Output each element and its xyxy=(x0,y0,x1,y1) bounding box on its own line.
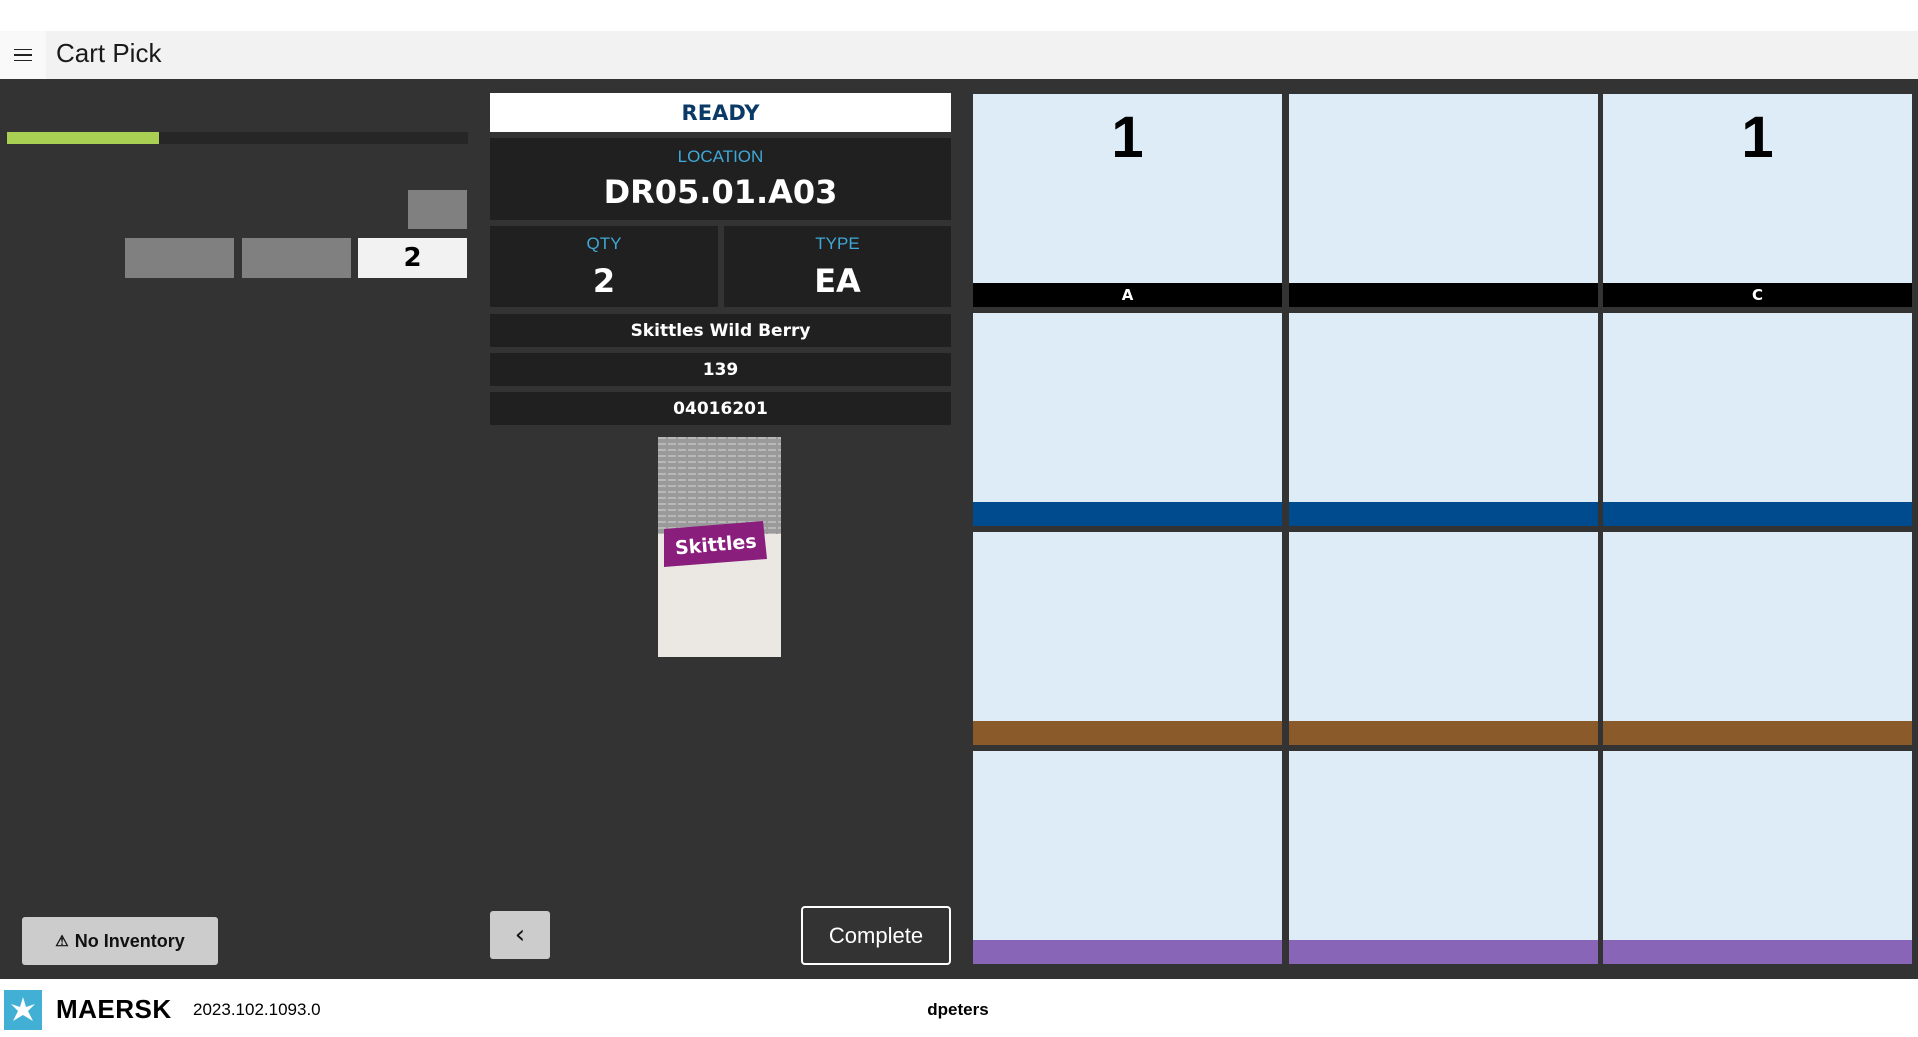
progress-bar xyxy=(7,132,468,144)
cart-slot[interactable] xyxy=(1603,313,1912,526)
slot-count: 1 xyxy=(1111,105,1144,170)
slot-label xyxy=(1289,283,1598,307)
status-banner: READY xyxy=(490,93,951,132)
item-description: Skittles Wild Berry xyxy=(490,314,951,347)
slot-label xyxy=(1289,721,1598,745)
location-value: DR05.01.A03 xyxy=(603,173,838,211)
slot-count: 1 xyxy=(1741,105,1774,170)
window-top-bar xyxy=(0,0,1918,31)
item-number: 139 xyxy=(490,353,951,386)
warning-icon: ⚠ xyxy=(55,933,69,950)
slot-label xyxy=(1289,502,1598,526)
app-version: 2023.102.1093.0 xyxy=(193,1000,321,1019)
count-box: 2 xyxy=(358,238,467,278)
cart-slot[interactable] xyxy=(1603,751,1912,964)
slot-label: C xyxy=(1603,283,1912,307)
hamburger-icon[interactable] xyxy=(0,31,46,79)
back-button[interactable]: ‹ xyxy=(490,911,550,959)
cart-slot[interactable] xyxy=(973,532,1282,745)
slot-label xyxy=(1289,940,1598,964)
qty-label: QTY xyxy=(586,233,622,253)
item-barcode: 04016201 xyxy=(490,392,951,425)
chevron-left-icon: ‹ xyxy=(514,920,526,950)
progress-fill xyxy=(7,132,160,144)
slot-label xyxy=(1603,502,1912,526)
qty-value: 2 xyxy=(592,261,616,300)
slot-label xyxy=(973,940,1282,964)
slot-label xyxy=(1603,940,1912,964)
cart-slot[interactable]: 1C xyxy=(1603,94,1912,307)
cart-slot[interactable] xyxy=(1289,751,1598,964)
maersk-star-icon xyxy=(4,990,42,1030)
location-panel: LOCATION DR05.01.A03 xyxy=(490,138,951,220)
slot-label xyxy=(1603,721,1912,745)
slot-label xyxy=(973,502,1282,526)
cart-slot[interactable] xyxy=(1289,94,1598,307)
current-user: dpeters xyxy=(927,1000,989,1019)
app-header xyxy=(0,31,1918,79)
product-image: Skittles xyxy=(658,437,781,657)
cart-slot[interactable]: 1A xyxy=(973,94,1282,307)
brand-logo-text: MAERSK xyxy=(56,994,172,1024)
page-title: Cart Pick xyxy=(56,38,162,68)
no-inventory-button[interactable]: ⚠ No Inventory xyxy=(22,917,218,965)
type-value: EA xyxy=(814,261,861,300)
location-label: LOCATION xyxy=(677,147,764,166)
qty-panel: QTY 2 xyxy=(490,226,718,307)
cart-slot[interactable] xyxy=(973,313,1282,526)
slot-box xyxy=(242,238,351,278)
cart-slot[interactable] xyxy=(973,751,1282,964)
slot-box xyxy=(408,190,467,229)
slot-label xyxy=(973,721,1282,745)
type-label: TYPE xyxy=(815,233,860,253)
complete-button[interactable]: Complete xyxy=(801,906,951,965)
cart-slot[interactable] xyxy=(1289,313,1598,526)
cart-slot[interactable] xyxy=(1289,532,1598,745)
cart-slot[interactable] xyxy=(1603,532,1912,745)
no-inventory-label: No Inventory xyxy=(74,930,185,951)
slot-box xyxy=(125,238,234,278)
slot-label: A xyxy=(973,283,1282,307)
type-panel: TYPE EA xyxy=(724,226,951,307)
